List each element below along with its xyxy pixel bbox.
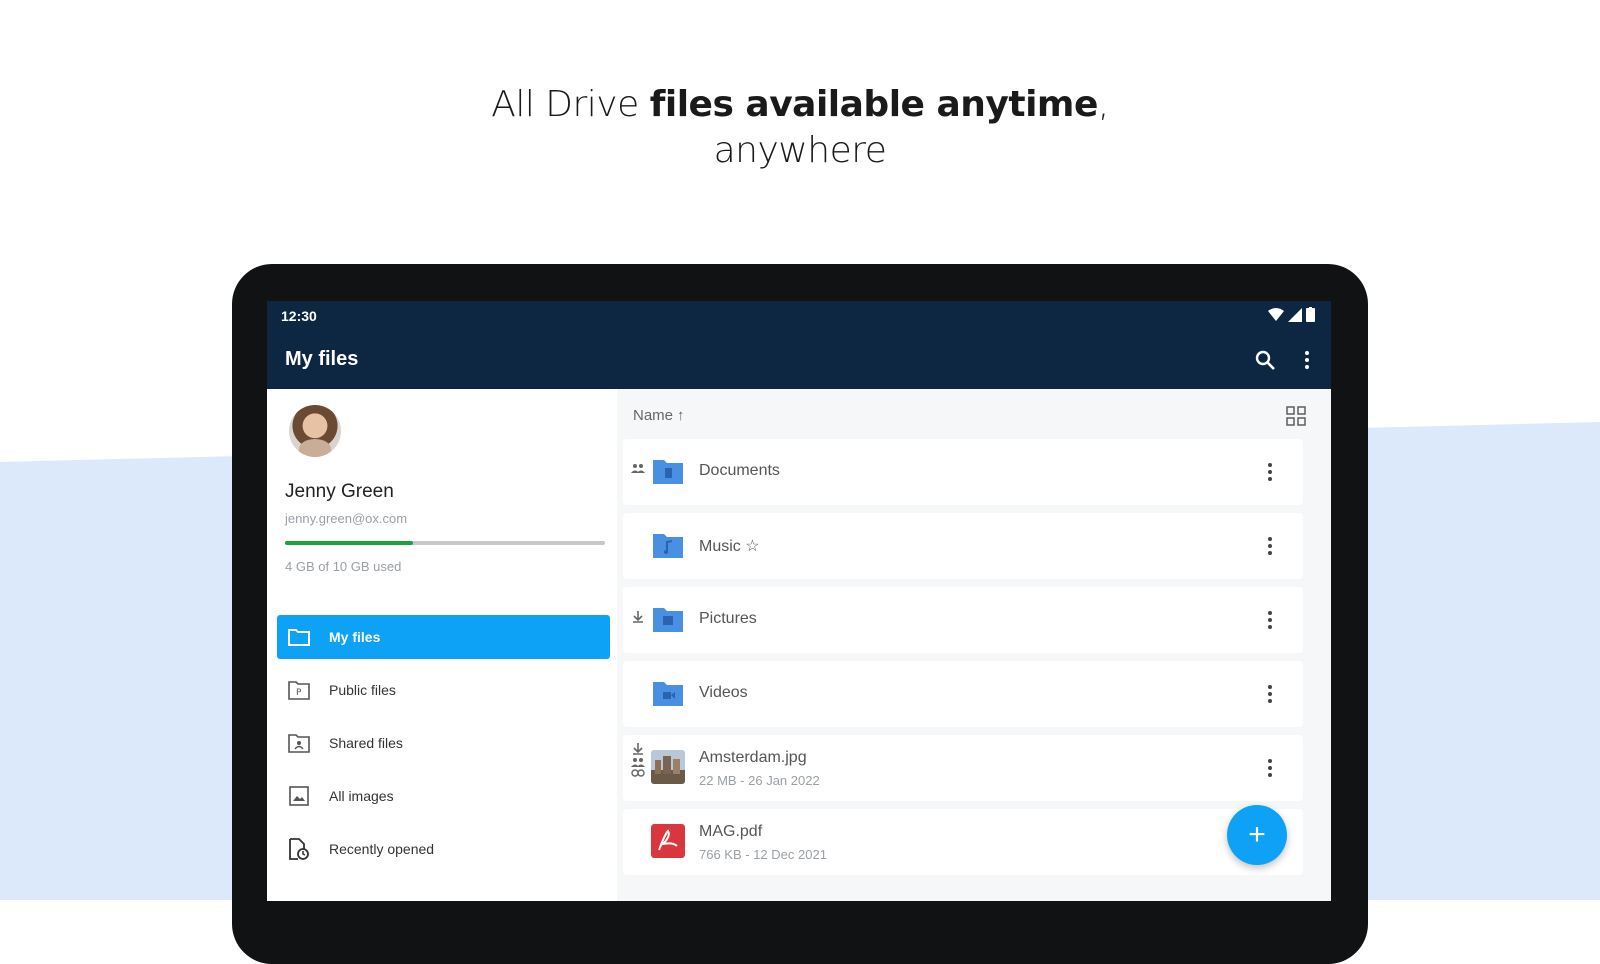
pdf-icon <box>651 824 685 858</box>
row-badges <box>631 611 645 623</box>
file-row-amsterdam[interactable]: Amsterdam.jpg 22 MB - 26 Jan 2022 <box>623 735 1303 801</box>
public-files-icon: P <box>287 678 311 702</box>
nav-item-recently-opened[interactable]: Recently opened <box>277 827 610 871</box>
folder-documents-icon <box>653 460 683 484</box>
sort-arrow-icon: ↑ <box>677 407 685 424</box>
sort-control[interactable]: Name ↑ <box>633 407 685 424</box>
storage-text: 4 GB of 10 GB used <box>285 559 402 574</box>
image-thumbnail <box>651 750 685 784</box>
more-vert-icon[interactable] <box>1301 348 1313 372</box>
nav-item-all-images[interactable]: All images <box>277 774 610 818</box>
svg-text:P: P <box>296 688 302 698</box>
shared-icon <box>631 758 645 767</box>
folder-pictures-icon <box>653 608 683 632</box>
storage-progress-fill <box>285 541 413 545</box>
status-time: 12:30 <box>281 308 317 324</box>
user-name: Jenny Green <box>285 481 394 502</box>
file-name: Music ☆ <box>699 536 760 556</box>
nav-item-shared-files[interactable]: Shared files <box>277 721 610 765</box>
more-vert-icon[interactable] <box>1267 682 1273 706</box>
file-row-videos[interactable]: Videos <box>623 661 1303 727</box>
star-icon: ☆ <box>745 538 760 555</box>
nav-item-label: All images <box>329 788 394 804</box>
recent-file-icon <box>287 837 311 861</box>
avatar[interactable] <box>289 405 341 457</box>
sort-label: Name <box>633 407 674 424</box>
user-email: jenny.green@ox.com <box>285 511 408 526</box>
add-button[interactable]: + <box>1227 805 1287 865</box>
folder-icon <box>287 625 311 649</box>
nav-item-my-files[interactable]: My files <box>277 615 610 659</box>
file-name: Documents <box>699 462 780 479</box>
more-vert-icon[interactable] <box>1267 756 1273 780</box>
search-icon[interactable] <box>1253 348 1277 372</box>
file-row-documents[interactable]: Documents <box>623 439 1303 505</box>
file-row-mag-pdf[interactable]: MAG.pdf 766 KB - 12 Dec 2021 <box>623 809 1303 875</box>
drawer-nav: My files P Public files Shared files All… <box>277 615 610 880</box>
app-screen: 12:30 My files Jenny Green jenny.green@o… <box>267 301 1331 901</box>
file-row-pictures[interactable]: Pictures <box>623 587 1303 653</box>
grid-view-icon[interactable] <box>1285 405 1307 427</box>
wifi-icon <box>1268 307 1284 321</box>
headline-line2: anywhere <box>713 130 887 171</box>
navigation-drawer: Jenny Green jenny.green@ox.com 4 GB of 1… <box>267 389 617 901</box>
offline-icon <box>633 743 643 755</box>
row-badges <box>631 463 645 473</box>
headline: All Drive files available anytime, anywh… <box>0 82 1600 174</box>
nav-item-public-files[interactable]: P Public files <box>277 668 610 712</box>
shared-files-icon <box>287 731 311 755</box>
file-meta: 766 KB - 12 Dec 2021 <box>699 847 827 862</box>
nav-item-label: Public files <box>329 682 396 698</box>
app-bar: My files <box>267 331 1331 389</box>
file-name-text: Music <box>699 538 741 555</box>
headline-part3: , <box>1097 84 1109 125</box>
offline-icon <box>633 611 643 623</box>
folder-videos-icon <box>653 682 683 706</box>
headline-part2: files available anytime <box>649 84 1099 125</box>
nav-item-label: Shared files <box>329 735 403 751</box>
more-vert-icon[interactable] <box>1267 534 1273 558</box>
file-name: Pictures <box>699 610 757 627</box>
link-icon <box>631 769 645 777</box>
file-meta: 22 MB - 26 Jan 2022 <box>699 773 820 788</box>
file-name: MAG.pdf <box>699 823 763 840</box>
folder-music-icon <box>653 534 683 558</box>
file-name: Videos <box>699 684 748 701</box>
nav-item-label: My files <box>329 629 381 645</box>
battery-icon <box>1306 307 1315 322</box>
system-icons <box>1268 307 1315 322</box>
shared-icon <box>631 464 645 473</box>
nav-item-label: Recently opened <box>329 841 435 857</box>
page-title: My files <box>285 348 359 370</box>
image-icon <box>287 784 311 808</box>
file-list-panel: Name ↑ Documents Music ☆ Pictures Videos… <box>617 389 1331 901</box>
file-row-music[interactable]: Music ☆ <box>623 513 1303 579</box>
headline-part1: All Drive <box>491 84 650 125</box>
more-vert-icon[interactable] <box>1267 460 1273 484</box>
file-list: Documents Music ☆ Pictures Videos Amster… <box>623 439 1303 883</box>
storage-progress-bar <box>285 541 605 545</box>
status-bar: 12:30 <box>267 301 1331 331</box>
row-badges <box>631 743 645 777</box>
more-vert-icon[interactable] <box>1267 608 1273 632</box>
signal-icon <box>1288 307 1302 322</box>
file-name: Amsterdam.jpg <box>699 749 807 766</box>
